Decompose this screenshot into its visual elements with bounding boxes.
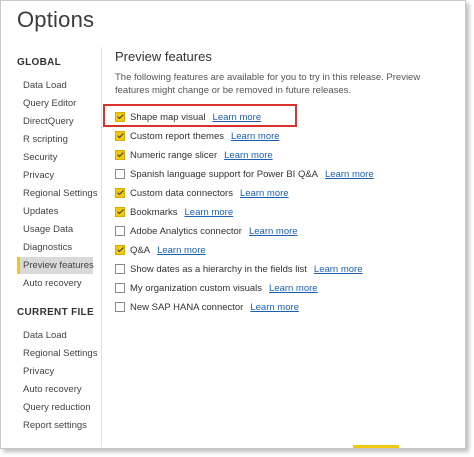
feature-dates-hierarchy: Show dates as a hierarchy in the fields … (115, 262, 363, 276)
feature-label: Custom data connectors (130, 187, 233, 199)
feature-org-custom-visuals: My organization custom visuals Learn mor… (115, 281, 318, 295)
feature-custom-data-connectors: Custom data connectors Learn more (115, 186, 289, 200)
learn-more-link[interactable]: Learn more (224, 150, 273, 161)
learn-more-link[interactable]: Learn more (240, 188, 289, 199)
global-section-header: GLOBAL (17, 57, 62, 68)
learn-more-link[interactable]: Learn more (231, 131, 280, 142)
sidebar-item-query-editor[interactable]: Query Editor (17, 95, 93, 112)
sidebar-item-data-load[interactable]: Data Load (17, 77, 93, 94)
feature-label: Numeric range slicer (130, 149, 218, 161)
learn-more-link[interactable]: Learn more (325, 169, 374, 180)
feature-checkbox[interactable] (115, 283, 125, 293)
feature-checkbox[interactable] (115, 150, 125, 160)
options-dialog: Options GLOBAL Data Load Query Editor Di… (0, 0, 466, 449)
sidebar-item-file-data-load[interactable]: Data Load (17, 327, 93, 344)
feature-checkbox[interactable] (115, 264, 125, 274)
feature-label: Bookmarks (130, 206, 178, 218)
feature-checkbox[interactable] (115, 245, 125, 255)
sidebar-item-regional-settings[interactable]: Regional Settings (17, 185, 97, 202)
feature-numeric-range-slicer: Numeric range slicer Learn more (115, 148, 273, 162)
sidebar-item-file-privacy[interactable]: Privacy (17, 363, 93, 380)
feature-checkbox[interactable] (115, 188, 125, 198)
learn-more-link[interactable]: Learn more (249, 226, 298, 237)
sidebar-item-usage-data[interactable]: Usage Data (17, 221, 93, 238)
sidebar-item-file-regional-settings[interactable]: Regional Settings (17, 345, 97, 362)
feature-checkbox[interactable] (115, 302, 125, 312)
sidebar-item-privacy[interactable]: Privacy (17, 167, 93, 184)
feature-checkbox[interactable] (115, 169, 125, 179)
sidebar-item-file-auto-recovery[interactable]: Auto recovery (17, 381, 93, 398)
learn-more-link[interactable]: Learn more (314, 264, 363, 275)
feature-checkbox[interactable] (115, 207, 125, 217)
sidebar-item-security[interactable]: Security (17, 149, 93, 166)
feature-label: Custom report themes (130, 130, 224, 142)
learn-more-link[interactable]: Learn more (250, 302, 299, 313)
page-title: Preview features (115, 49, 212, 64)
feature-qna: Q&A Learn more (115, 243, 206, 257)
feature-label: Spanish language support for Power BI Q&… (130, 168, 319, 180)
feature-label: Show dates as a hierarchy in the fields … (130, 263, 307, 275)
current-file-section-header: CURRENT FILE (17, 307, 94, 318)
sidebar: GLOBAL Data Load Query Editor DirectQuer… (17, 47, 102, 447)
preview-features-panel: Preview features The following features … (115, 49, 465, 313)
learn-more-link[interactable]: Learn more (157, 245, 206, 256)
sidebar-item-auto-recovery[interactable]: Auto recovery (17, 275, 93, 292)
feature-label: My organization custom visuals (130, 282, 262, 294)
feature-label: New SAP HANA connector (130, 301, 244, 313)
sidebar-item-diagnostics[interactable]: Diagnostics (17, 239, 93, 256)
sidebar-item-file-report-settings[interactable]: Report settings (17, 417, 93, 434)
feature-sap-hana-connector: New SAP HANA connector Learn more (115, 300, 299, 314)
accent-bar (353, 445, 399, 448)
dialog-title: Options (17, 7, 95, 32)
feature-checkbox[interactable] (115, 226, 125, 236)
feature-spanish-qna: Spanish language support for Power BI Q&… (115, 167, 374, 181)
sidebar-item-preview-features[interactable]: Preview features (17, 257, 94, 274)
learn-more-link[interactable]: Learn more (269, 283, 318, 294)
learn-more-link[interactable]: Learn more (185, 207, 234, 218)
feature-label: Adobe Analytics connector (130, 225, 242, 237)
feature-bookmarks: Bookmarks Learn more (115, 205, 233, 219)
feature-checkbox[interactable] (115, 131, 125, 141)
highlight-box (103, 104, 297, 127)
page-description: The following features are available for… (115, 72, 421, 96)
sidebar-item-file-query-reduction[interactable]: Query reduction (17, 399, 93, 416)
feature-label: Q&A (130, 244, 151, 256)
sidebar-item-r-scripting[interactable]: R scripting (17, 131, 93, 148)
sidebar-item-directquery[interactable]: DirectQuery (17, 113, 93, 130)
sidebar-item-updates[interactable]: Updates (17, 203, 93, 220)
feature-custom-report-themes: Custom report themes Learn more (115, 129, 280, 143)
feature-adobe-analytics-connector: Adobe Analytics connector Learn more (115, 224, 298, 238)
